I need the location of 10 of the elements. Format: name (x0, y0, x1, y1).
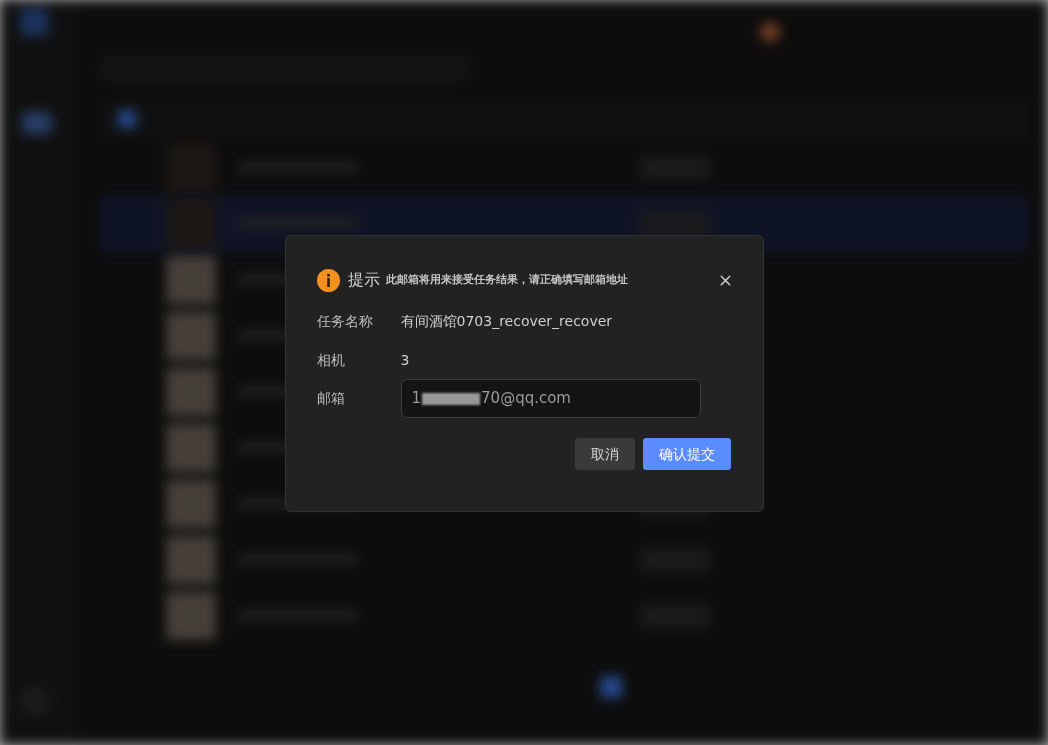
dialog-title: 提示 (347, 269, 380, 291)
email-input-field[interactable]: 1 70@qq.com (400, 379, 701, 418)
field-label: 相机 (316, 350, 346, 370)
info-icon (316, 268, 340, 292)
field-value: 有间酒馆0703_recover_recover (400, 311, 613, 331)
field-label: 任务名称 (316, 311, 374, 331)
cancel-button[interactable]: 取消 (574, 438, 635, 470)
dialog-message: 此邮箱将用来接受任务结果，请正确填写邮箱地址 (385, 271, 628, 288)
field-label: 邮箱 (316, 389, 346, 408)
field-value: 3 (400, 350, 410, 370)
